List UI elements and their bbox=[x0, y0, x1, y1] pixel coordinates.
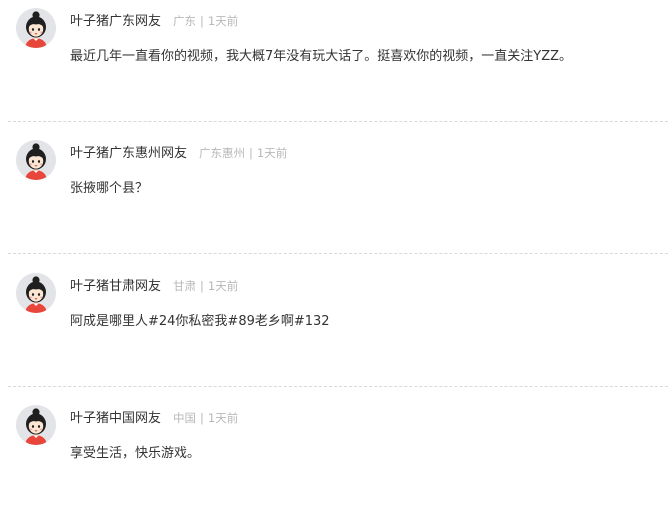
comment-text: 享受生活，快乐游戏。 bbox=[70, 446, 201, 461]
comment-item: 叶子猪甘肃网友 甘肃 | 1天前 阿成是哪里人#24你私密我#89老乡啊#132 bbox=[0, 265, 668, 397]
comment-divider bbox=[8, 386, 668, 387]
comment-meta: 叶子猪广东网友 广东 | 1天前 bbox=[70, 10, 238, 30]
user-avatar-icon[interactable] bbox=[16, 8, 56, 48]
user-avatar-icon[interactable] bbox=[16, 273, 56, 313]
user-location: 甘肃 bbox=[173, 279, 197, 293]
meta-separator: | bbox=[200, 14, 204, 28]
user-location: 广东 bbox=[173, 14, 197, 28]
comment-item: 叶子猪广东网友 广东 | 1天前 最近几年一直看你的视频，我大概7年没有玩大话了。挺喜… bbox=[0, 0, 668, 132]
comment-divider bbox=[8, 253, 668, 254]
user-location: 中国 bbox=[173, 411, 197, 425]
comment-meta: 叶子猪甘肃网友 甘肃 | 1天前 bbox=[70, 275, 238, 295]
comment-time: 1天前 bbox=[256, 146, 288, 160]
user-location: 广东惠州 bbox=[199, 146, 246, 160]
comment-time: 1天前 bbox=[207, 411, 239, 425]
comment-item: 叶子猪广东惠州网友 广东惠州 | 1天前 张掖哪个县？ bbox=[0, 132, 668, 264]
comment-text: 张掖哪个县？ bbox=[70, 181, 149, 196]
user-avatar-icon[interactable] bbox=[16, 140, 56, 180]
comment-text: 最近几年一直看你的视频，我大概7年没有玩大话了。挺喜欢你的视频，一直关注YZZ。 bbox=[70, 49, 573, 64]
username-link[interactable]: 叶子猪广东网友 bbox=[70, 14, 161, 29]
comment-meta: 叶子猪广东惠州网友 广东惠州 | 1天前 bbox=[70, 142, 287, 162]
comment-time: 1天前 bbox=[207, 279, 239, 293]
comment-divider bbox=[8, 121, 668, 122]
meta-separator: | bbox=[249, 146, 253, 160]
meta-separator: | bbox=[200, 279, 204, 293]
meta-separator: | bbox=[200, 411, 204, 425]
comment-time: 1天前 bbox=[207, 14, 239, 28]
username-link[interactable]: 叶子猪广东惠州网友 bbox=[70, 146, 187, 161]
username-link[interactable]: 叶子猪甘肃网友 bbox=[70, 279, 161, 294]
comment-meta: 叶子猪中国网友 中国 | 1天前 bbox=[70, 407, 238, 427]
comment-text: 阿成是哪里人#24你私密我#89老乡啊#132 bbox=[70, 314, 330, 329]
comment-item: 叶子猪中国网友 中国 | 1天前 享受生活，快乐游戏。 bbox=[0, 397, 668, 529]
user-avatar-icon[interactable] bbox=[16, 405, 56, 445]
username-link[interactable]: 叶子猪中国网友 bbox=[70, 411, 161, 426]
